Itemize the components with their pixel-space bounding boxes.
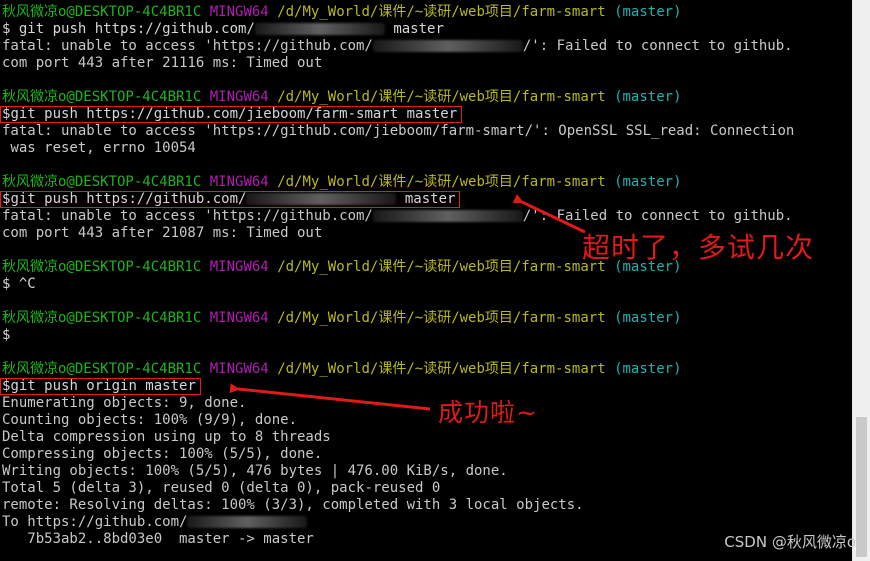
prompt-line: 秋风微凉o@DESKTOP-4C4BR1C MINGW64 /d/My_Worl… — [0, 4, 852, 21]
scrollbar-thumb[interactable] — [856, 417, 867, 557]
prompt-symbol: $ — [2, 21, 11, 37]
highlight-box: $git push origin master — [0, 378, 201, 395]
command-line-highlighted: $git push https://github.com/ master — [0, 191, 852, 208]
prompt-path: /d/My_World/课件/~读研/web项目/farm-smart — [277, 4, 606, 20]
output-line: com port 443 after 21116 ms: Timed out — [2, 55, 323, 71]
command-line-highlighted: $git push https://github.com/jieboom/far… — [0, 106, 852, 123]
command-line: $ — [2, 327, 11, 343]
output-line: Writing objects: 100% (5/5), 476 bytes |… — [2, 463, 508, 479]
highlight-box: $git push https://github.com/jieboom/far… — [0, 106, 463, 123]
output-line: fatal: unable to access 'https://github.… — [2, 38, 793, 54]
redacted-region — [372, 210, 523, 222]
csdn-watermark: CSDN @秋风微凉o — [724, 533, 856, 551]
command-text: git push https://github.com/jieboom/farm… — [10, 106, 458, 122]
output-line: Delta compression using up to 8 threads — [2, 429, 331, 445]
output-line: Total 5 (delta 3), reused 0 (delta 0), p… — [2, 480, 441, 496]
command-text-tail: master — [384, 21, 444, 37]
command-text: git push origin master — [10, 378, 196, 394]
command-line: $ git push https://github.com/ master — [0, 21, 852, 38]
redacted-region — [372, 40, 523, 52]
output-line: Counting objects: 100% (9/9), done. — [2, 412, 298, 428]
prompt-line: 秋风微凉o@DESKTOP-4C4BR1C MINGW64 /d/My_Worl… — [2, 310, 682, 326]
highlight-box: $git push https://github.com/ master — [0, 191, 461, 208]
output-line: To https://github.com/ — [0, 514, 852, 531]
prompt-line: 秋风微凉o@DESKTOP-4C4BR1C MINGW64 /d/My_Worl… — [2, 361, 682, 377]
redacted-region — [187, 516, 308, 528]
command-text: git push https://github.com/ — [10, 191, 247, 207]
command-text: ^C — [18, 276, 36, 292]
terminal-window[interactable]: 秋风微凉o@DESKTOP-4C4BR1C MINGW64 /d/My_Worl… — [0, 0, 852, 561]
annotation-success-note: 成功啦~ — [438, 398, 538, 427]
redacted-region — [246, 193, 397, 205]
output-line: was reset, errno 10054 — [2, 140, 196, 156]
prompt-user: 秋风微凉o@DESKTOP-4C4BR1C — [2, 4, 202, 20]
command-line-highlighted: $git push origin master — [0, 378, 852, 395]
prompt-branch: (master) — [614, 4, 682, 20]
vertical-scrollbar[interactable] — [852, 0, 870, 561]
prompt-line: 秋风微凉o@DESKTOP-4C4BR1C MINGW64 /d/My_Worl… — [2, 174, 682, 190]
annotation-timeout-note: 超时了，多试几次 — [582, 231, 815, 264]
command-text: git push https://github.com/ — [18, 21, 255, 37]
command-line: $ ^C — [2, 276, 36, 292]
redacted-region — [254, 23, 385, 35]
prompt-shell: MINGW64 — [209, 4, 269, 20]
output-line: fatal: unable to access 'https://github.… — [2, 123, 795, 139]
output-line: fatal: unable to access 'https://github.… — [2, 208, 793, 224]
prompt-line: 秋风微凉o@DESKTOP-4C4BR1C MINGW64 /d/My_Worl… — [2, 89, 682, 105]
output-line: Enumerating objects: 9, done. — [2, 395, 247, 411]
output-line: Compressing objects: 100% (5/5), done. — [2, 446, 323, 462]
output-line: remote: Resolving deltas: 100% (3/3), co… — [2, 497, 584, 513]
